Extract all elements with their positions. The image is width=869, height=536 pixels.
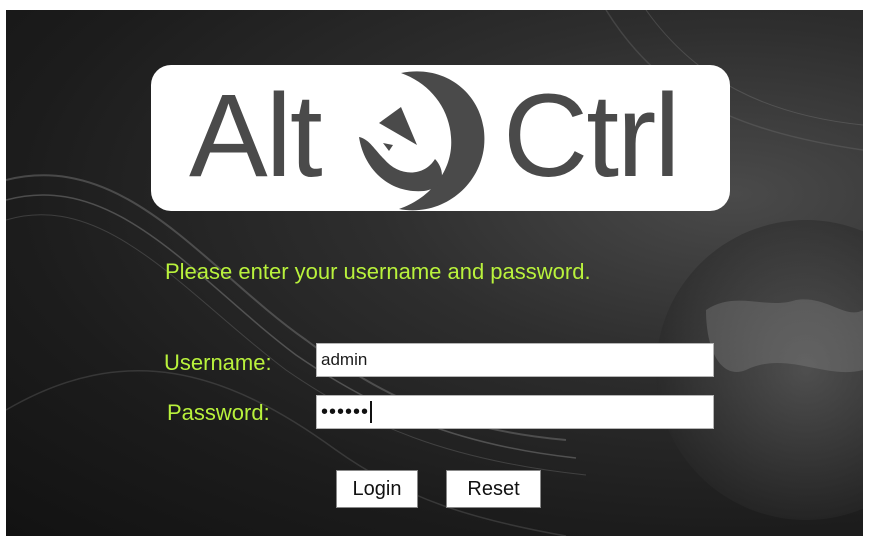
reset-button[interactable]: Reset	[446, 470, 541, 508]
altctrl-logo: Alt Ctrl	[151, 65, 730, 211]
password-field[interactable]: ••••••	[316, 395, 714, 429]
login-button[interactable]: Login	[336, 470, 418, 508]
logo-text-alt: Alt	[189, 70, 323, 202]
password-label: Password:	[167, 400, 270, 425]
logo-emblem-icon	[359, 71, 485, 211]
login-instructions: Please enter your username and password.	[165, 259, 591, 284]
username-field[interactable]	[316, 343, 714, 377]
login-screen: Alt Ctrl Please enter your username and …	[6, 10, 863, 536]
username-label: Username:	[164, 350, 272, 375]
password-masked-value: ••••••	[321, 401, 370, 423]
logo-text-ctrl: Ctrl	[503, 70, 681, 202]
text-caret	[370, 401, 373, 423]
